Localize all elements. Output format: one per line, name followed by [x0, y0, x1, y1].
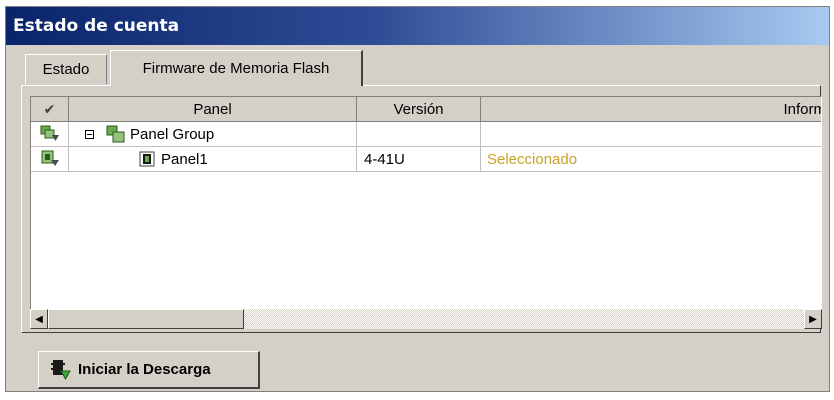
- title-bar: Estado de cuenta: [6, 7, 829, 45]
- chevron-left-icon: ◀: [35, 313, 43, 325]
- download-chip-icon: [51, 359, 71, 380]
- scrollbar-thumb[interactable]: [48, 309, 244, 329]
- tab-estado[interactable]: Estado: [25, 54, 107, 84]
- chevron-right-icon: ▶: [809, 313, 817, 325]
- panel-group-icon: [106, 125, 125, 143]
- row-info-cell: Seleccionado: [481, 147, 821, 172]
- row-panel-cell: Panel Group: [69, 122, 357, 147]
- table-row[interactable]: Panel1 4-41U Seleccionado: [31, 147, 821, 172]
- row-status-cell: [31, 147, 69, 172]
- row-panel-label: Panel1: [161, 150, 208, 168]
- column-header-info[interactable]: Inform: [481, 97, 821, 122]
- row-panel-cell: Panel1: [69, 147, 357, 172]
- window-title: Estado de cuenta: [13, 16, 180, 36]
- panel-chip-icon: [139, 151, 155, 167]
- tab-firmware-flash[interactable]: Firmware de Memoria Flash: [110, 50, 363, 86]
- row-version-cell: 4-41U: [357, 147, 481, 172]
- horizontal-scrollbar[interactable]: ◀ ▶: [30, 309, 822, 329]
- row-info-cell: [481, 122, 821, 147]
- collapse-toggle-icon[interactable]: [85, 129, 94, 139]
- row-status-cell: [31, 122, 69, 147]
- scroll-left-button[interactable]: ◀: [30, 309, 48, 329]
- panel-group-download-icon: [40, 125, 59, 141]
- column-header-panel[interactable]: Panel: [69, 97, 357, 122]
- row-panel-label: Panel Group: [130, 125, 215, 143]
- account-status-window: Estado de cuenta Estado Firmware de Memo…: [5, 6, 830, 392]
- row-version-cell: [357, 122, 481, 147]
- scroll-right-button[interactable]: ▶: [804, 309, 822, 329]
- panel-download-icon: [41, 150, 59, 166]
- column-header-version[interactable]: Versión: [357, 97, 481, 122]
- firmware-grid: ✔ Panel Versión Inform Panel Group Panel…: [30, 96, 822, 329]
- start-download-label: Iniciar la Descarga: [78, 361, 211, 378]
- table-row[interactable]: Panel Group: [31, 122, 821, 147]
- column-header-check[interactable]: ✔: [31, 97, 69, 122]
- start-download-button[interactable]: Iniciar la Descarga: [38, 351, 260, 389]
